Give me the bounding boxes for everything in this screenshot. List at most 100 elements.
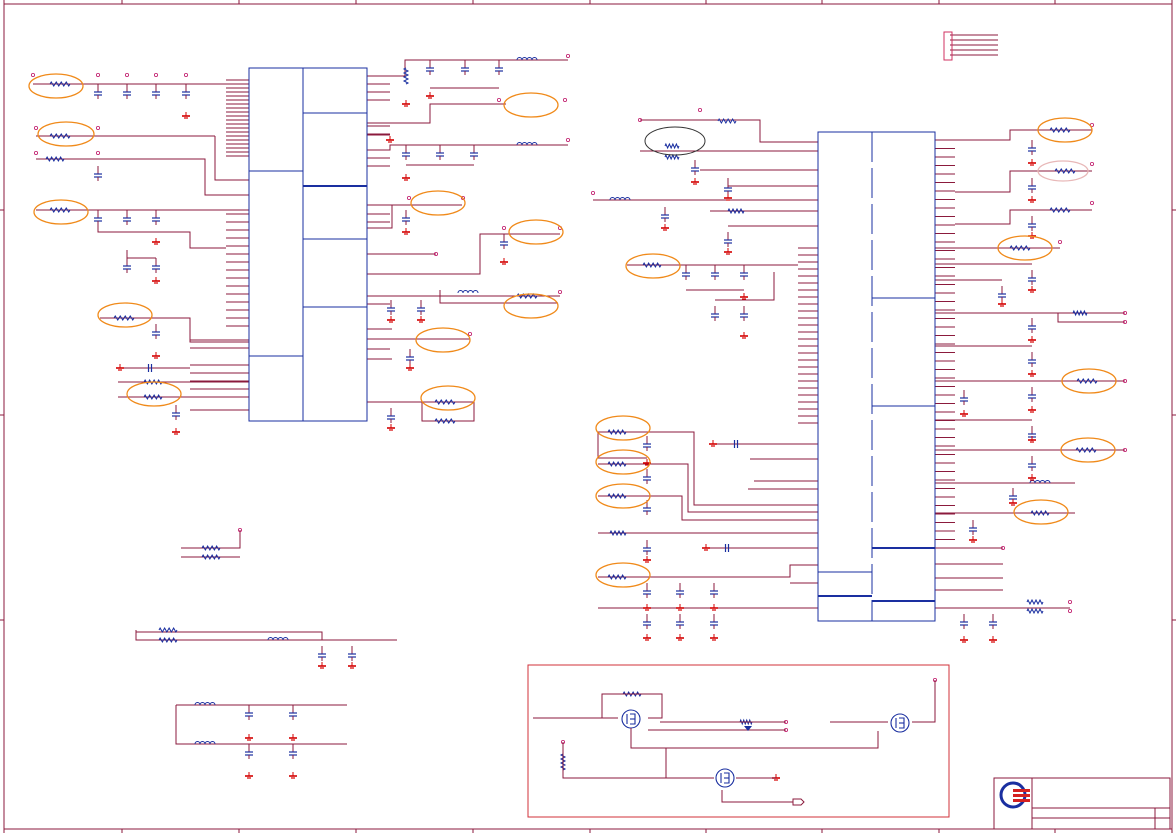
highlight-ellipse xyxy=(415,327,471,353)
capacitor xyxy=(682,265,690,280)
capacitor xyxy=(152,324,160,339)
ground-symbol xyxy=(710,634,718,641)
highlight-ellipse xyxy=(126,381,182,407)
resistor-body xyxy=(1026,607,1044,615)
resistor xyxy=(49,207,71,213)
company-logo-icon xyxy=(999,781,1030,809)
pin-dot xyxy=(96,150,101,155)
ground-symbol xyxy=(960,636,968,643)
pin-dot xyxy=(563,98,568,103)
capacitor xyxy=(500,234,508,249)
resistor-body xyxy=(607,492,627,500)
resistor xyxy=(49,133,71,139)
capacitor xyxy=(643,614,651,629)
resistor xyxy=(1009,245,1031,251)
resistor-body xyxy=(158,626,178,634)
ground-symbol xyxy=(1028,286,1036,293)
pin-dot xyxy=(34,150,39,155)
ground-symbol xyxy=(417,316,425,323)
connector-symbol xyxy=(943,31,953,61)
wire xyxy=(367,103,506,124)
ground-symbol xyxy=(724,248,732,255)
ground-symbol xyxy=(152,352,160,359)
resistor-body xyxy=(434,418,456,424)
highlight-ellipse xyxy=(503,92,559,118)
highlight-ellipse xyxy=(97,302,153,328)
capacitor xyxy=(1028,352,1036,367)
resistor-body xyxy=(49,133,71,139)
resistor xyxy=(143,393,163,401)
pin-dot xyxy=(96,126,101,131)
pin-dot xyxy=(566,137,571,142)
capacitor xyxy=(643,436,651,451)
capacitor xyxy=(470,145,478,160)
ground-symbol xyxy=(1028,336,1036,343)
resistor-body xyxy=(642,261,662,269)
capacitor xyxy=(643,540,651,555)
resistor xyxy=(607,492,627,500)
ground-symbol xyxy=(643,634,651,641)
capacitor xyxy=(387,300,395,315)
highlight-ellipse-group xyxy=(28,73,1117,588)
resistor-body xyxy=(113,315,135,321)
wire xyxy=(598,564,818,578)
resistor-body xyxy=(143,393,163,401)
resistor xyxy=(158,626,178,634)
ground-symbol xyxy=(724,194,732,201)
resistor-body xyxy=(1075,447,1097,453)
ground-symbol xyxy=(116,364,124,371)
resistor xyxy=(727,207,745,215)
ground-symbol xyxy=(1028,406,1036,413)
logo-stripe xyxy=(1013,799,1030,802)
capacitor xyxy=(387,408,395,423)
pin-dot xyxy=(566,54,571,59)
capacitor xyxy=(1028,318,1036,333)
highlight-ellipse xyxy=(508,219,564,245)
highlight-ellipse xyxy=(28,73,84,99)
resistor xyxy=(607,573,627,581)
capacitor xyxy=(960,614,968,629)
highlight-ellipse xyxy=(625,253,681,279)
ground-symbol xyxy=(772,774,780,781)
resistor-body xyxy=(607,428,627,436)
ground-symbol xyxy=(289,772,297,779)
pin-dot xyxy=(34,126,39,131)
resistor-body xyxy=(45,155,65,163)
ground-symbol xyxy=(387,424,395,431)
ic-chip-group xyxy=(248,67,936,622)
capacitor xyxy=(245,744,253,759)
capacitor xyxy=(123,84,131,99)
capacitor xyxy=(436,145,444,160)
resistor xyxy=(1072,309,1088,317)
pin-dot xyxy=(125,73,130,78)
capacitor xyxy=(711,265,719,280)
wire xyxy=(175,705,347,745)
capacitor xyxy=(969,520,977,535)
ground-symbol xyxy=(1009,499,1017,506)
wire xyxy=(98,158,249,196)
wire xyxy=(630,728,879,749)
logo-stripe xyxy=(1013,789,1030,792)
resistor xyxy=(607,460,627,468)
capacitor xyxy=(123,258,131,273)
resistor xyxy=(201,544,221,552)
ground-symbol xyxy=(691,178,699,185)
wire xyxy=(912,680,936,723)
resistor-body xyxy=(1009,245,1031,251)
capacitor xyxy=(710,583,718,598)
resistor xyxy=(158,636,178,644)
power-block-frame xyxy=(527,664,950,818)
power-switch-block xyxy=(527,664,950,818)
pin-dot xyxy=(406,195,411,200)
wire xyxy=(367,144,568,151)
inductor xyxy=(457,290,479,294)
ground-symbol xyxy=(406,364,414,371)
capacitor xyxy=(740,265,748,280)
pin-dot xyxy=(591,190,596,195)
capacitor xyxy=(998,286,1006,301)
capacitor xyxy=(152,210,160,225)
ground-symbol xyxy=(643,604,651,611)
ground-symbol xyxy=(426,92,434,99)
resistor-body xyxy=(201,544,221,552)
capacitor xyxy=(1028,456,1036,471)
